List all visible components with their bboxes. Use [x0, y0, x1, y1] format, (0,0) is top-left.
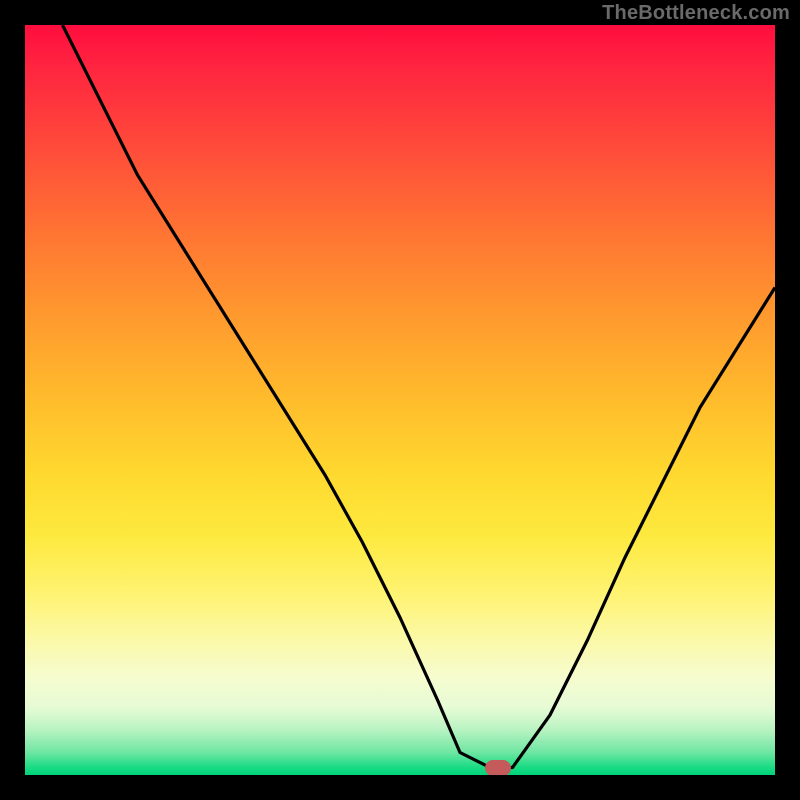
- watermark-text: TheBottleneck.com: [602, 2, 790, 25]
- plot-area: [25, 25, 775, 775]
- optimal-point-marker: [485, 760, 511, 776]
- chart-frame: { "watermark": "TheBottleneck.com", "col…: [0, 0, 800, 800]
- bottleneck-curve: [25, 25, 775, 775]
